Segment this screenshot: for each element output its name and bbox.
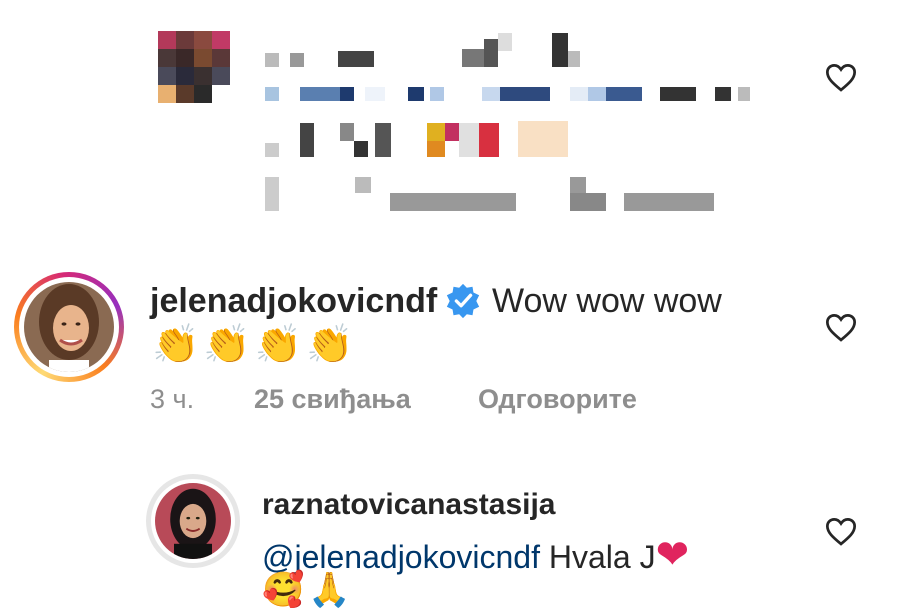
reply-button[interactable]: Одговорите: [478, 384, 637, 415]
clapping-hands-emojis: 👏👏👏👏: [152, 322, 358, 366]
comment-emojis-line2: 🥰🙏: [262, 570, 355, 610]
like-heart-icon[interactable]: [824, 312, 858, 342]
avatar: [24, 282, 114, 372]
like-heart-icon[interactable]: [824, 62, 858, 92]
redacted-comment: [150, 25, 750, 225]
avatar-story-ring[interactable]: [146, 474, 240, 568]
redacted-avatar: [158, 31, 230, 103]
avatar-story-ring[interactable]: [14, 272, 124, 382]
like-heart-icon[interactable]: [824, 516, 858, 546]
comment-likes-count[interactable]: 25 свиђања: [254, 384, 411, 415]
comment-username[interactable]: jelenadjokovicndf: [150, 282, 437, 321]
comment-text: Wow wow wow: [492, 282, 722, 320]
comment-username[interactable]: raznatovicanastasija: [262, 488, 555, 522]
avatar: [155, 483, 231, 559]
comment-timestamp: 3 ч.: [150, 384, 195, 414]
verified-badge-icon: [444, 282, 482, 320]
red-heart-emoji: ❤: [655, 532, 690, 578]
comment-body: Hvala J: [548, 539, 656, 575]
